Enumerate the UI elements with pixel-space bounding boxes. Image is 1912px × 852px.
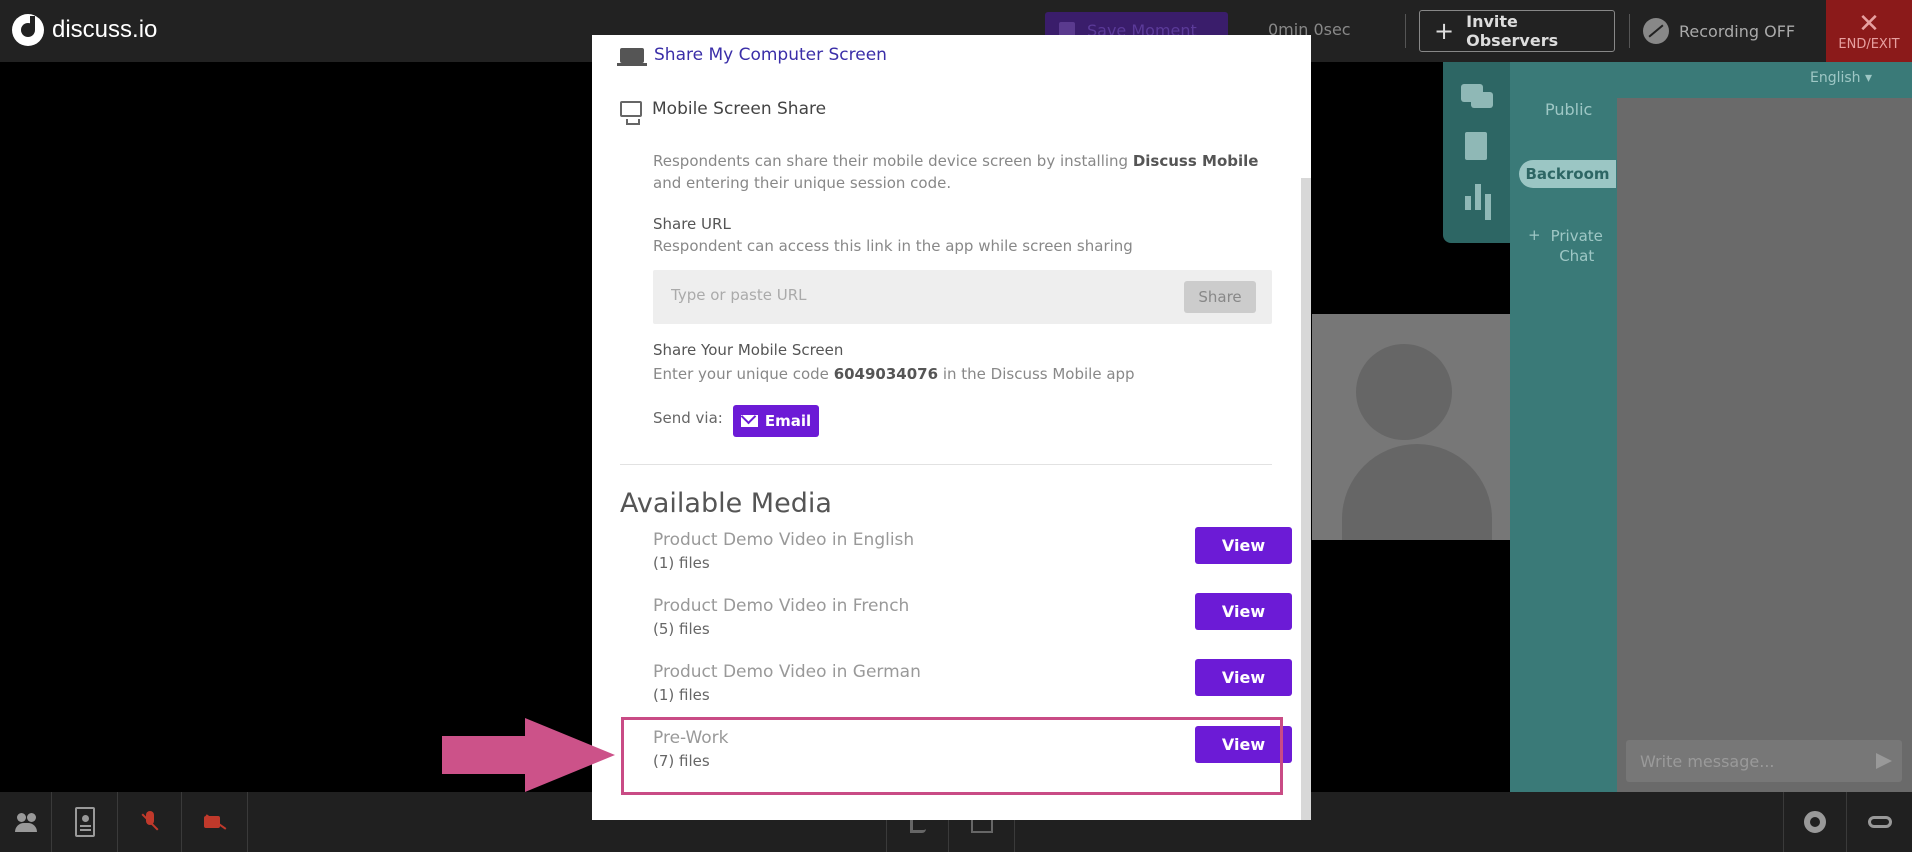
share-computer-screen-link[interactable]: Share My Computer Screen (617, 45, 887, 66)
media-file-count: (5) files (653, 620, 710, 638)
arrow-head (525, 718, 615, 792)
mail-icon (740, 415, 758, 427)
panel-icon-bar (1443, 62, 1510, 243)
view-button[interactable]: View (1195, 659, 1292, 696)
pointer-arrow-icon (442, 718, 622, 792)
recording-off-icon (1643, 18, 1669, 44)
email-label: Email (764, 412, 812, 430)
private-chat-line1: Private (1550, 227, 1603, 245)
media-name: Product Demo Video in English (653, 530, 915, 550)
share-url-title: Share URL (653, 215, 731, 233)
gear-icon (1804, 811, 1826, 833)
desc-text-2: and entering their unique session code. (653, 174, 952, 192)
highlight-box (621, 717, 1283, 795)
view-button[interactable]: View (1195, 527, 1292, 564)
mobile-share-icon (620, 101, 642, 125)
avatar-placeholder-icon (1356, 344, 1452, 440)
media-file-count: (1) files (653, 554, 710, 572)
plus-icon: + (1528, 226, 1541, 244)
tab-public[interactable]: Public (1545, 100, 1592, 119)
modal-scrollbar[interactable] (1301, 178, 1311, 820)
link-button[interactable] (1848, 792, 1912, 852)
view-button[interactable]: View (1195, 593, 1292, 630)
arrow-shaft (442, 736, 527, 774)
private-chat-line2: Chat (1559, 247, 1595, 265)
media-item: Product Demo Video in French (5) files V… (653, 593, 1292, 644)
divider (1405, 14, 1406, 48)
tab-backroom[interactable]: Backroom (1519, 160, 1616, 188)
camera-button[interactable] (183, 792, 248, 852)
people-icon (14, 811, 37, 833)
share-url-box: Share (653, 270, 1272, 324)
language-label: English (1810, 70, 1861, 86)
settings-button[interactable] (1783, 792, 1847, 852)
desc-text-1: Respondents can share their mobile devic… (653, 152, 1133, 170)
logo-text: discuss.io (52, 16, 158, 43)
notes-icon[interactable] (1461, 132, 1493, 162)
close-icon: ✕ (1858, 8, 1880, 39)
logo-icon (12, 14, 44, 46)
share-computer-label: Share My Computer Screen (654, 45, 887, 65)
media-item: Product Demo Video in German (1) files V… (653, 659, 1292, 710)
divider (1629, 14, 1630, 48)
share-url-subtitle: Respondent can access this link in the a… (653, 237, 1133, 255)
message-input[interactable]: Write message... (1626, 740, 1902, 782)
media-name: Product Demo Video in German (653, 662, 921, 682)
language-selector[interactable]: English ▾ (1810, 70, 1872, 86)
plus-icon: + (1434, 17, 1455, 45)
media-name: Product Demo Video in French (653, 596, 910, 616)
email-button[interactable]: Email (733, 405, 819, 437)
send-icon[interactable] (1876, 753, 1892, 769)
media-file-count: (1) files (653, 686, 710, 704)
url-share-button[interactable]: Share (1184, 281, 1256, 313)
desc-app-name: Discuss Mobile (1132, 152, 1259, 170)
section-divider (620, 464, 1272, 465)
mic-off-icon (139, 811, 161, 833)
laptop-share-icon (617, 47, 647, 66)
recording-label: Recording OFF (1679, 21, 1796, 41)
session-code: 6049034076 (833, 365, 939, 383)
available-media-title: Available Media (620, 488, 832, 519)
recording-toggle[interactable]: Recording OFF (1643, 18, 1795, 44)
invite-label: Invite Observers (1466, 12, 1559, 50)
end-exit-button[interactable]: ✕ END/EXIT (1826, 0, 1912, 62)
end-exit-label: END/EXIT (1838, 36, 1900, 52)
private-chat-button[interactable]: + Private Chat (1528, 226, 1603, 266)
avatar-body (1342, 444, 1492, 540)
mobile-share-label: Mobile Screen Share (652, 99, 827, 119)
mobile-share-description: Respondents can share their mobile devic… (653, 150, 1293, 194)
discuss-logo: discuss.io (12, 14, 157, 46)
mobile-screen-share-heading: Mobile Screen Share (620, 99, 827, 125)
share-media-modal: Share My Computer Screen Mobile Screen S… (592, 35, 1311, 820)
respondent-card-button[interactable] (53, 792, 118, 852)
person-card-icon (75, 807, 95, 837)
message-placeholder: Write message... (1640, 751, 1775, 771)
share-url-input[interactable] (671, 286, 1151, 304)
chat-content (1617, 98, 1912, 792)
private-chat-label: Private Chat (1551, 226, 1603, 266)
code-suffix: in the Discuss Mobile app (938, 365, 1135, 383)
chat-icon[interactable] (1460, 82, 1493, 112)
share-mobile-title: Share Your Mobile Screen (653, 341, 844, 359)
send-via-label: Send via: (653, 409, 723, 427)
poll-chart-icon[interactable] (1461, 182, 1493, 212)
participant-video-tile[interactable] (1312, 314, 1510, 540)
camera-off-icon (204, 811, 226, 833)
link-icon (1868, 816, 1892, 828)
media-item: Product Demo Video in English (1) files … (653, 527, 1292, 578)
share-mobile-subtitle: Enter your unique code 6049034076 in the… (653, 365, 1135, 383)
invite-observers-button[interactable]: + Invite Observers (1419, 10, 1615, 52)
participants-button[interactable] (0, 792, 52, 852)
mute-button[interactable] (119, 792, 182, 852)
code-prefix: Enter your unique code (653, 365, 834, 383)
